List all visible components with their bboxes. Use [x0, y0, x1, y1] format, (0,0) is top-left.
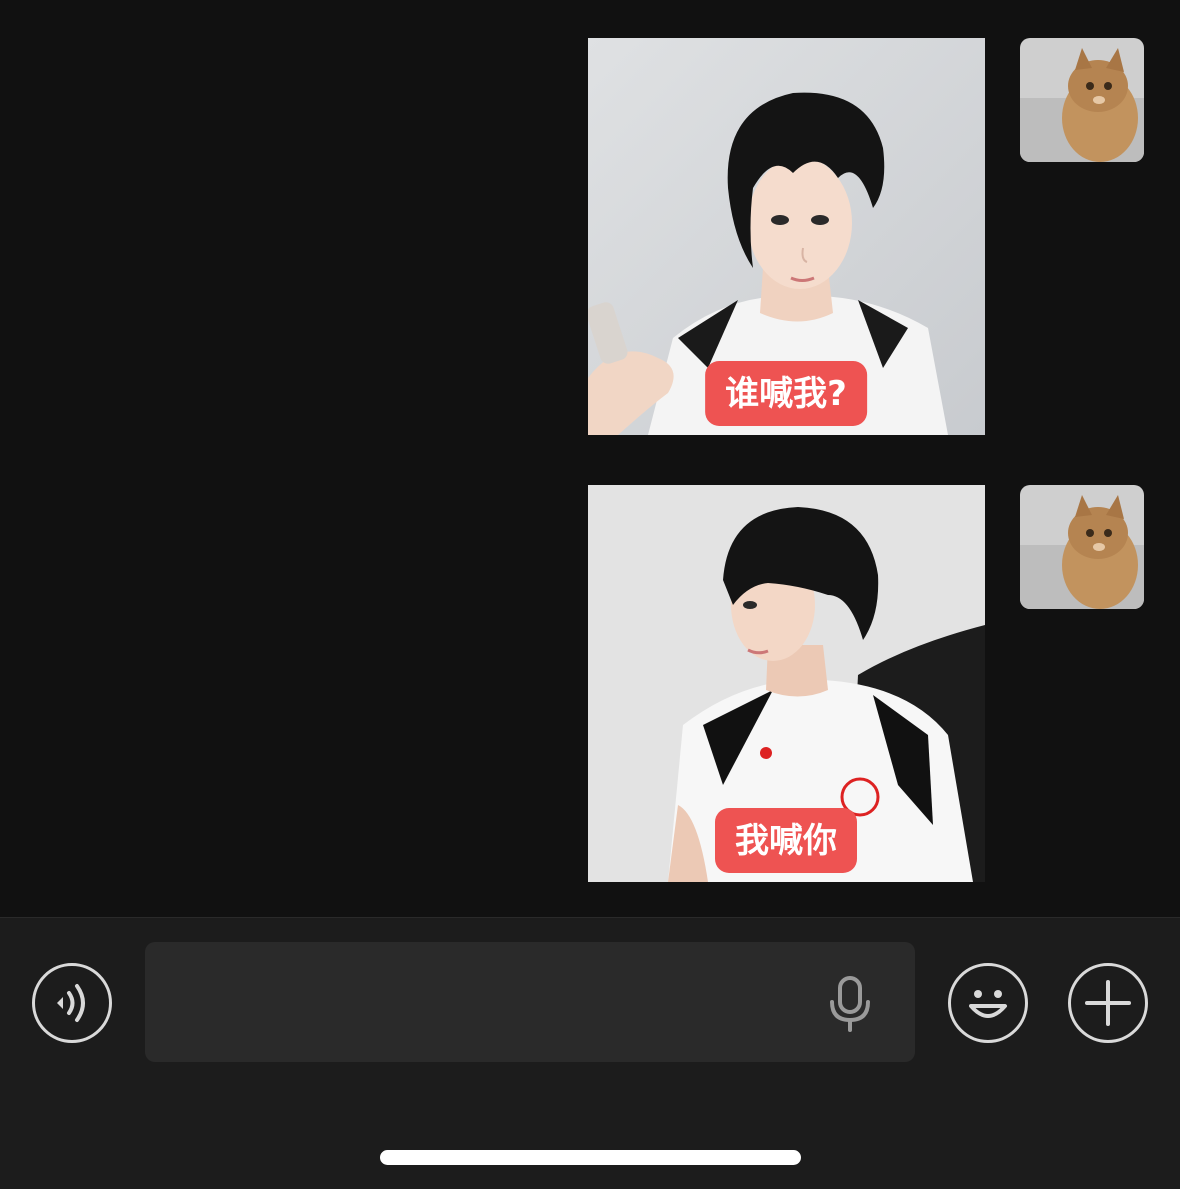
home-indicator[interactable]	[380, 1150, 801, 1165]
avatar[interactable]	[1020, 485, 1144, 609]
emoji-button[interactable]	[948, 963, 1028, 1043]
message-input[interactable]	[145, 942, 915, 1062]
voice-wave-icon	[57, 984, 85, 1022]
more-button[interactable]	[1068, 963, 1148, 1043]
cat-avatar-image	[1020, 38, 1144, 162]
microphone-icon[interactable]	[826, 976, 874, 1032]
chat-input-bar	[0, 917, 1180, 1189]
chat-message-area[interactable]: 谁喊我? 我喊你	[0, 0, 1180, 917]
avatar[interactable]	[1020, 38, 1144, 162]
sticker-message-2[interactable]: 我喊你	[588, 485, 985, 882]
sticker-caption: 谁喊我?	[705, 361, 867, 426]
smiley-icon	[969, 990, 1007, 1018]
voice-toggle-button[interactable]	[32, 963, 112, 1043]
cat-avatar-image	[1020, 485, 1144, 609]
sticker-caption: 我喊你	[715, 808, 857, 873]
sticker-message-1[interactable]: 谁喊我?	[588, 38, 985, 435]
plus-icon	[1085, 980, 1131, 1026]
